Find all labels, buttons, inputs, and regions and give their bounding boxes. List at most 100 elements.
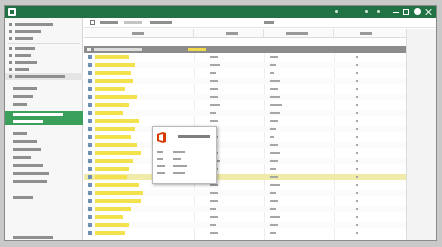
row-cell [270,80,280,82]
row-cell [356,56,358,58]
table-row[interactable] [84,158,406,164]
row-cell [356,168,358,170]
table-row[interactable] [84,54,406,60]
sidebar-item[interactable] [5,66,83,73]
table-row[interactable] [84,214,406,220]
table-row[interactable] [84,206,406,212]
table-row[interactable] [84,150,406,156]
maximize-button[interactable] [403,9,409,15]
sidebar-subitem[interactable] [5,234,83,240]
account-avatar[interactable] [414,8,421,15]
document-icon [88,79,92,83]
table-row[interactable] [84,174,406,180]
sidebar-item[interactable] [5,52,83,59]
table-row[interactable] [84,126,406,132]
column-header[interactable] [194,29,264,38]
sidebar-item[interactable] [5,35,83,42]
row-cell [356,64,358,66]
list-icon [9,68,12,71]
sidebar-subitem[interactable] [5,85,83,92]
document-icon [88,231,92,235]
sidebar-subitem[interactable] [5,178,83,185]
sidebar-subitem[interactable] [5,146,83,153]
table-row[interactable] [84,222,406,228]
sidebar-subitem[interactable] [5,101,83,108]
document-icon [88,191,92,195]
row-cell [210,224,216,226]
table-row[interactable] [84,182,406,188]
sidebar-subitem[interactable] [5,194,83,201]
row-cell [356,104,358,106]
sidebar-subitem[interactable] [5,170,83,177]
row-cell [356,136,358,138]
column-header-name[interactable] [84,29,194,38]
row-cell [356,120,358,122]
count-badge [188,48,206,51]
table-row[interactable] [84,94,406,100]
row-cell [210,64,220,66]
app-icon [8,8,16,16]
table-row[interactable] [84,86,406,92]
table-row[interactable] [84,190,406,196]
row-cell [210,192,218,194]
minimize-button[interactable] [393,9,399,15]
sidebar-item[interactable] [5,28,83,35]
document-icon [88,223,92,227]
row-cell [356,176,358,178]
row-cell [210,208,216,210]
sidebar-subitem[interactable] [5,138,83,145]
table-row[interactable] [84,142,406,148]
table-row[interactable] [84,102,406,108]
column-header[interactable] [334,29,406,38]
row-name [95,183,139,187]
scrollbar[interactable] [406,29,436,240]
sidebar-item[interactable] [5,45,83,52]
row-name [95,135,131,139]
document-icon [88,175,92,179]
row-name [95,223,129,227]
close-icon[interactable] [426,9,432,15]
table-row[interactable] [84,110,406,116]
row-name [95,111,123,115]
table-row[interactable] [84,62,406,68]
sidebar-subitem[interactable] [5,154,83,161]
table-row[interactable] [84,70,406,76]
sidebar-item-active[interactable] [5,118,83,125]
title-bar [5,6,436,18]
document-icon [88,183,92,187]
row-cell [356,96,358,98]
row-name [95,175,127,179]
collapse-icon[interactable] [87,48,91,51]
sidebar-subitem[interactable] [5,93,83,100]
sidebar-item[interactable] [5,73,83,80]
sidebar-subitem[interactable] [5,162,83,169]
group-header-row[interactable] [84,46,406,53]
row-name [95,167,129,171]
row-cell [356,152,358,154]
row-cell [210,200,218,202]
row-name [95,159,133,163]
document-icon [88,55,92,59]
sidebar-item-active[interactable] [5,111,83,118]
table-row[interactable] [84,78,406,84]
table-row[interactable] [84,166,406,172]
sidebar-item[interactable] [5,59,83,66]
column-header[interactable] [264,29,334,38]
table-row[interactable] [84,118,406,124]
row-name [95,55,129,59]
row-cell [210,120,218,122]
row-cell [270,232,276,234]
row-cell [270,184,280,186]
sidebar-subitem[interactable] [5,130,83,137]
row-cell [356,232,358,234]
row-cell [210,232,218,234]
list-icon [9,75,12,78]
table-row[interactable] [84,134,406,140]
table-row[interactable] [84,198,406,204]
row-cell [270,72,274,74]
table-row[interactable] [84,230,406,236]
document-icon [88,159,92,163]
row-cell [270,216,280,218]
sidebar-item[interactable] [5,21,83,28]
row-cell [210,216,218,218]
